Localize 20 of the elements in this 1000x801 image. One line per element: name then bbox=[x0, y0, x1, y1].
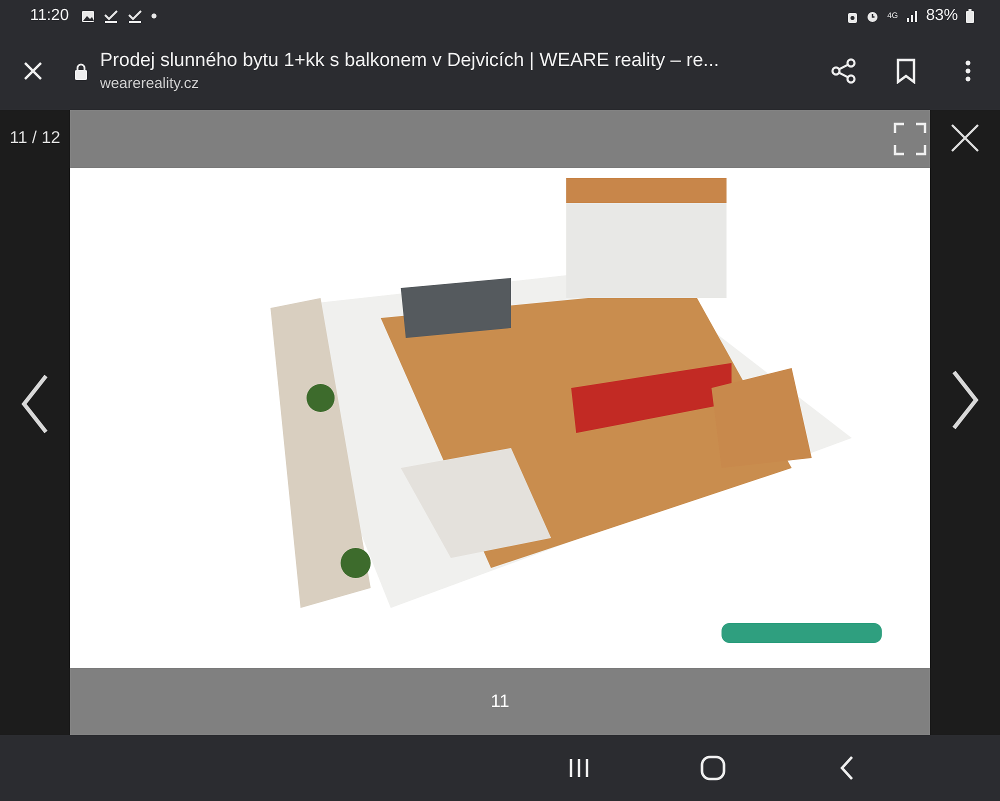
bookmark-icon bbox=[895, 58, 917, 84]
signal-icon bbox=[906, 10, 918, 22]
dot-icon bbox=[150, 13, 157, 19]
close-icon bbox=[22, 60, 44, 82]
recent-apps-icon bbox=[567, 757, 591, 779]
checkmark-icon bbox=[102, 10, 119, 22]
fullscreen-button[interactable] bbox=[892, 121, 928, 157]
battery-level: 83% bbox=[926, 7, 958, 25]
alarm-icon bbox=[866, 10, 880, 22]
battery-icon bbox=[966, 9, 974, 23]
image-icon bbox=[80, 10, 95, 22]
page-url: wearereality.cz bbox=[100, 75, 200, 92]
checkmark-icon bbox=[126, 10, 143, 22]
status-time: 11:20 bbox=[30, 7, 69, 25]
page-title: Prodej slunného bytu 1+kk s balkonem v Dejvicích | WEARE reality – re... bbox=[100, 50, 720, 72]
back-icon bbox=[839, 755, 855, 781]
network-type: 4G bbox=[887, 12, 898, 20]
image-counter: 11 / 12 bbox=[10, 128, 60, 149]
image-caption: 11 bbox=[490, 691, 510, 712]
more-options-icon bbox=[964, 59, 972, 83]
